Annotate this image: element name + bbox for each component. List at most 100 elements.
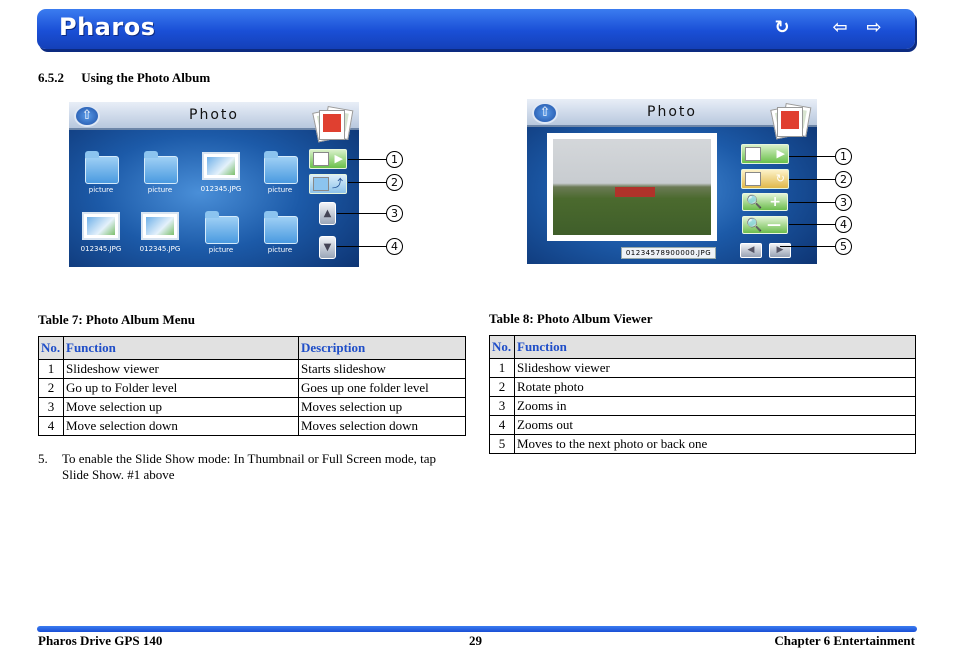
photo-thumbnail[interactable] <box>202 152 240 180</box>
table-cell: 4 <box>38 416 64 436</box>
prev-page-icon[interactable]: ⇦ <box>829 18 851 38</box>
grid-item-label: picture <box>208 246 234 254</box>
table-cell: Slideshow viewer <box>514 358 916 378</box>
table-cell: Moves selection up <box>298 397 466 417</box>
table-cell: Move selection down <box>63 416 299 436</box>
column-header: Description <box>298 336 466 360</box>
footer-bar <box>37 626 917 632</box>
footer-chapter: Chapter 6 Entertainment <box>774 633 915 648</box>
grid-item-label: picture <box>88 186 114 194</box>
table-cell: Goes up one folder level <box>298 378 466 398</box>
callout-line <box>789 224 835 225</box>
callout-line <box>348 182 386 183</box>
magnifier-icon: 🔍 <box>746 195 763 210</box>
slideshow-button[interactable]: ▶ <box>309 149 347 169</box>
table-row: 1 Slideshow viewer Starts slideshow <box>38 359 466 379</box>
zoom-out-button[interactable]: 🔍 — <box>742 216 788 234</box>
folder-icon[interactable] <box>264 211 298 244</box>
page-number: 29 <box>469 633 482 648</box>
zoom-in-button[interactable]: 🔍 + <box>742 193 788 211</box>
section-title: Using the Photo Album <box>81 70 211 85</box>
table-cell: Moves to the next photo or back one <box>514 434 916 454</box>
table-cell: 2 <box>489 377 515 397</box>
table-row: 2 Go up to Folder level Goes up one fold… <box>38 378 466 398</box>
next-page-icon[interactable]: ⇨ <box>863 18 885 38</box>
table-cell: 1 <box>38 359 64 379</box>
table-row: 4 Zooms out <box>489 415 916 435</box>
photo-filename: 01234578900000.JPG <box>621 247 716 259</box>
grid-item-label: 012345.JPG <box>80 245 122 253</box>
callout-line <box>337 246 386 247</box>
column-header: Function <box>63 336 299 360</box>
callout-4: 4 <box>835 216 852 233</box>
callout-line <box>789 156 835 157</box>
folder-icon[interactable] <box>264 151 298 184</box>
callout-4: 4 <box>386 238 403 255</box>
grid-item-label: 012345.JPG <box>139 245 181 253</box>
photos-icon <box>769 101 813 140</box>
table-row: 4 Move selection down Moves selection do… <box>38 416 466 436</box>
table-cell: Zooms out <box>514 415 916 435</box>
header-bar: Pharos ↻ ⇦ ⇨ <box>37 9 915 49</box>
callout-1: 1 <box>386 151 403 168</box>
table-header-row: No. Function Description <box>38 336 466 360</box>
table-cell: 4 <box>489 415 515 435</box>
folder-icon[interactable] <box>85 151 119 184</box>
table-header-row: No. Function <box>489 335 916 359</box>
table-cell: 5 <box>489 434 515 454</box>
table-cell: Slideshow viewer <box>63 359 299 379</box>
table-cell: Moves selection down <box>298 416 466 436</box>
table-7-caption: Table 7: Photo Album Menu <box>38 312 195 327</box>
photo-thumbnail[interactable] <box>82 212 120 240</box>
photo-album-menu-screen: ⇧ Photo picture picture 012345.JPG pictu… <box>69 102 359 267</box>
brand-title: Pharos <box>59 13 156 41</box>
table-8-caption: Table 8: Photo Album Viewer <box>489 311 653 326</box>
callout-line <box>348 159 386 160</box>
column-header: No. <box>38 336 64 360</box>
photo-thumbnail[interactable] <box>141 212 179 240</box>
callout-3: 3 <box>835 194 852 211</box>
move-down-button[interactable]: ▼ <box>319 236 336 259</box>
callout-1: 1 <box>835 148 852 165</box>
table-cell: Go up to Folder level <box>63 378 299 398</box>
table-row: 2 Rotate photo <box>489 377 916 397</box>
photo-album-menu-table: No. Function Description 1 Slideshow vie… <box>38 336 466 436</box>
folder-icon[interactable] <box>205 211 239 244</box>
numbered-note: 5. To enable the Slide Show mode: In Thu… <box>38 451 458 483</box>
callout-2: 2 <box>835 171 852 188</box>
previous-photo-button[interactable]: ◀ <box>740 243 762 258</box>
folder-up-button[interactable]: ⤴ <box>309 174 347 194</box>
back-icon[interactable]: ↻ <box>771 18 793 38</box>
magnifier-icon: 🔍 <box>746 218 763 233</box>
table-row: 3 Zooms in <box>489 396 916 416</box>
grid-item-label: picture <box>267 246 293 254</box>
grid-item-label: picture <box>267 186 293 194</box>
table-cell: Zooms in <box>514 396 916 416</box>
table-cell: 3 <box>38 397 64 417</box>
note-text: To enable the Slide Show mode: In Thumbn… <box>62 451 436 482</box>
table-row: 3 Move selection up Moves selection up <box>38 397 466 417</box>
callout-line <box>780 246 835 247</box>
column-header: No. <box>489 335 515 359</box>
table-cell: 1 <box>489 358 515 378</box>
table-row: 5 Moves to the next photo or back one <box>489 434 916 454</box>
folder-icon[interactable] <box>144 151 178 184</box>
grid-item-label: picture <box>147 186 173 194</box>
table-cell: Move selection up <box>63 397 299 417</box>
section-number: 6.5.2 <box>38 70 64 85</box>
rotate-photo-button[interactable]: ↻ <box>741 169 789 189</box>
callout-3: 3 <box>386 205 403 222</box>
callout-2: 2 <box>386 174 403 191</box>
move-up-button[interactable]: ▲ <box>319 202 336 225</box>
slideshow-button[interactable]: ▶ <box>741 144 789 164</box>
callout-line <box>789 202 835 203</box>
table-cell: Rotate photo <box>514 377 916 397</box>
callout-line <box>789 179 835 180</box>
photo-display <box>547 133 717 241</box>
callout-5: 5 <box>835 238 852 255</box>
photo-album-viewer-table: No. Function 1 Slideshow viewer 2 Rotate… <box>489 335 916 454</box>
section-heading: 6.5.2 Using the Photo Album <box>38 70 210 86</box>
table-row: 1 Slideshow viewer <box>489 358 916 378</box>
column-header: Function <box>514 335 916 359</box>
photo-viewer-screen: ⇧ Photo 01234578900000.JPG ▶ ↻ 🔍 + 🔍 — ◀ ▶ <box>527 99 817 264</box>
